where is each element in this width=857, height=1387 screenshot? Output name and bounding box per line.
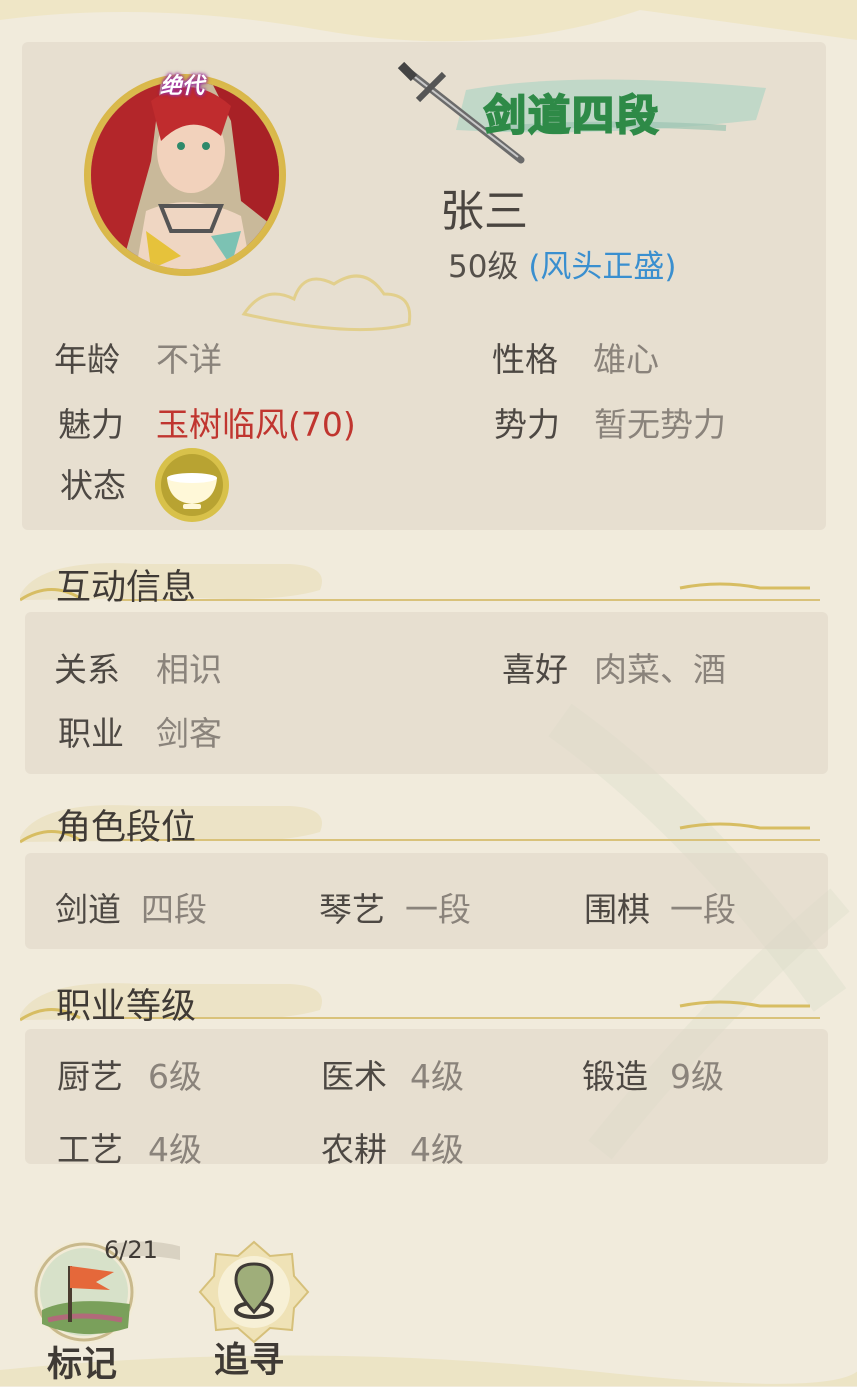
- job-level-label-forging: 锻造: [582, 1057, 648, 1096]
- track-button-label: 追寻: [214, 1341, 285, 1381]
- interaction-panel: [25, 612, 828, 774]
- section-title-ranks: 角色段位: [56, 808, 197, 848]
- rank-value-go: 一段: [670, 890, 736, 929]
- hobby-label: 喜好: [502, 650, 568, 689]
- job-level-label-craft: 工艺: [57, 1130, 123, 1169]
- job-level-value-medicine: 4级: [410, 1057, 464, 1096]
- mark-count: 6/21: [104, 1236, 158, 1264]
- rank-label-go: 围棋: [584, 890, 650, 929]
- rarity-badge: 绝代: [160, 74, 205, 99]
- relation-label: 关系: [54, 650, 120, 689]
- age-label: 年龄: [54, 340, 120, 379]
- faction-value: 暂无势力: [594, 405, 726, 444]
- mark-button-label: 标记: [47, 1345, 118, 1385]
- rank-value-sword: 四段: [141, 890, 207, 929]
- personality-value: 雄心: [593, 340, 659, 379]
- section-title-interaction: 互动信息: [56, 568, 197, 608]
- character-avatar[interactable]: [84, 74, 412, 332]
- rank-label-sword: 剑道: [55, 890, 121, 929]
- rank-label-qin: 琴艺: [319, 890, 385, 929]
- charm-value: 玉树临风(70): [156, 405, 356, 444]
- age-value: 不详: [156, 340, 222, 379]
- relation-value: 相识: [156, 650, 222, 689]
- job-level-label-medicine: 医术: [321, 1057, 387, 1096]
- hobby-value: 肉菜、酒: [594, 650, 726, 689]
- job-level-label-cooking: 厨艺: [57, 1057, 123, 1096]
- avatar-portrait: [91, 81, 279, 269]
- bowl-icon[interactable]: [153, 446, 231, 524]
- track-button[interactable]: 追寻: [196, 1236, 316, 1381]
- job-level-value-cooking: 6级: [148, 1057, 202, 1096]
- fame-text: (风头正盛): [528, 249, 677, 285]
- personality-label: 性格: [492, 340, 558, 379]
- job-level-label-farming: 农耕: [321, 1130, 387, 1169]
- job-level-value-farming: 4级: [410, 1130, 464, 1169]
- job-level-value-forging: 9级: [670, 1057, 724, 1096]
- faction-label: 势力: [494, 405, 560, 444]
- charm-label: 魅力: [58, 405, 124, 444]
- job-level-value-craft: 4级: [148, 1130, 202, 1169]
- section-title-jobs: 职业等级: [56, 987, 197, 1027]
- rank-value-qin: 一段: [405, 890, 471, 929]
- character-level: 50级 (风头正盛): [448, 241, 677, 286]
- status-label: 状态: [60, 466, 126, 505]
- character-name: 张三: [440, 186, 528, 237]
- location-pin-icon: [198, 1240, 310, 1344]
- job-label: 职业: [58, 714, 124, 753]
- cloud-decoration: [241, 274, 412, 332]
- rank-title: 剑道四段: [483, 90, 661, 141]
- job-value: 剑客: [156, 714, 222, 753]
- level-text: 50级: [448, 249, 519, 285]
